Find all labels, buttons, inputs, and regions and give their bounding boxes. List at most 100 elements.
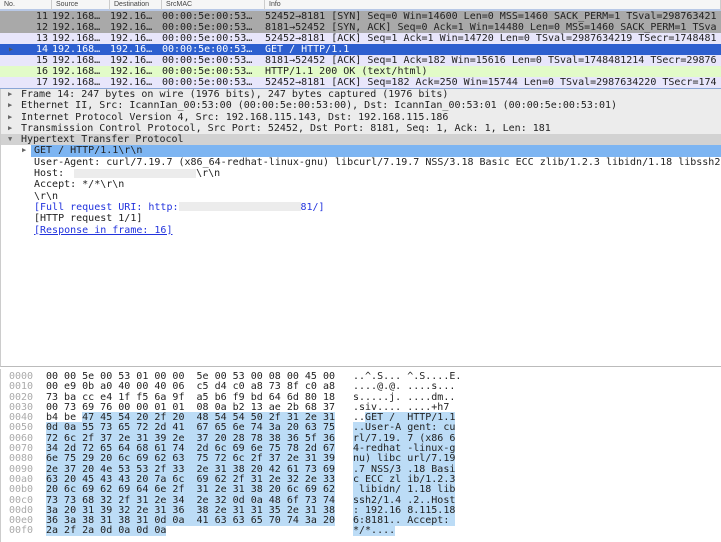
ascii-2: url/7.19 — [407, 453, 456, 465]
selected-marker-icon: ▸ — [8, 44, 15, 55]
packet-row[interactable]: 15 192.168… 192.16… 00:00:5e:00:53… 8181→524… — [0, 55, 721, 66]
hex-offset: 00f0 — [9, 525, 34, 537]
packet-info: 52452→8181 [ACK] Seq=182 Ack=250 Win=157… — [265, 77, 717, 88]
packet-mac: 00:00:5e:00:53… — [162, 11, 253, 22]
packet-details-pane[interactable]: ▶ Frame 14: 247 bytes on wire (1976 bits)… — [0, 89, 721, 367]
packet-src: 192.168… — [52, 44, 101, 55]
hex-bytes-1: 20 6c 69 62 69 64 6e 2f — [46, 484, 185, 496]
tree-item-user-agent[interactable]: User-Agent: curl/7.19.7 (x86_64-redhat-l… — [1, 157, 721, 168]
tree-line-icon — [8, 77, 18, 88]
column-header-info[interactable]: Info — [265, 0, 721, 10]
packet-mac: 00:00:5e:00:53… — [162, 22, 253, 33]
column-header-destination[interactable]: Destination — [110, 0, 162, 10]
packet-dst: 192.16… — [110, 55, 153, 66]
packet-src: 192.168… — [52, 66, 101, 77]
host-suffix: \r\n — [196, 168, 221, 180]
packet-dst: 192.16… — [110, 77, 153, 88]
packet-src: 192.168… — [52, 33, 101, 44]
packet-info: 8181→52452 [ACK] Seq=1 Ack=182 Win=15616… — [265, 55, 717, 66]
packet-list-header: No. Source Destination SrcMAC Info — [0, 0, 721, 11]
packet-dst: 192.16… — [110, 66, 153, 77]
tree-item-get-request[interactable]: ▶ GET / HTTP/1.1\r\n — [22, 145, 721, 157]
expand-arrow-icon[interactable]: ▶ — [8, 112, 12, 123]
packet-src: 192.168… — [52, 11, 101, 22]
packet-src: 192.168… — [52, 77, 101, 88]
hex-bytes-2: 2e 32 0d 0a 48 6f 73 74 — [196, 494, 336, 506]
packet-row[interactable]: 16 192.168… 192.16… 00:00:5e:00:53… HTTP/1.1… — [0, 66, 721, 77]
tree-item-accept[interactable]: Accept: */*\r\n — [1, 179, 721, 190]
packet-mac: 00:00:5e:00:53… — [162, 66, 253, 77]
column-header-no[interactable]: No. — [0, 0, 52, 10]
packet-info: HTTP/1.1 200 OK (text/html) — [265, 66, 428, 77]
tree-item-full-uri[interactable]: [Full request URI: http: 81/] — [1, 202, 721, 213]
hex-bytes-1: 0d 0a 55 73 65 72 2d 41 — [46, 422, 185, 434]
hex-bytes-2: 41 63 63 65 70 74 3a 20 — [196, 515, 336, 527]
hex-bytes-2: 75 72 6c 2f 37 2e 31 39 — [196, 453, 336, 465]
tree-item-host[interactable]: Host: \r\n — [1, 168, 721, 179]
packet-dst: 192.16… — [110, 33, 153, 44]
column-header-srcmac[interactable]: SrcMAC — [162, 0, 265, 10]
tree-item-crlf[interactable]: \r\n — [1, 191, 721, 202]
packet-dst: 192.16… — [110, 11, 153, 22]
tree-item-tcp[interactable]: ▶ Transmission Control Protocol, Src Port… — [1, 122, 721, 135]
tree-item-frame[interactable]: ▶ Frame 14: 247 bytes on wire (1976 bits)… — [1, 89, 721, 101]
full-uri-suffix: 81/] — [300, 201, 325, 213]
packet-mac: 00:00:5e:00:53… — [162, 55, 253, 66]
expand-arrow-icon[interactable]: ▶ — [8, 89, 12, 100]
packet-info: 52452→8181 [ACK] Seq=1 Ack=1 Win=14720 L… — [265, 33, 717, 44]
tcp-summary: Transmission Control Protocol, Src Port:… — [21, 122, 551, 134]
user-agent-text: User-Agent: curl/7.19.7 (x86_64-redhat-l… — [34, 156, 721, 168]
redacted-uri — [178, 202, 301, 212]
tree-item-request-number[interactable]: [HTTP request 1/1] — [1, 213, 721, 224]
ascii-2: .2..Host — [407, 494, 456, 506]
tree-item-http[interactable]: ▼ Hypertext Transfer Protocol — [1, 134, 721, 146]
response-in-frame-link[interactable]: [Response in frame: 16] — [1, 225, 721, 236]
http-summary: Hypertext Transfer Protocol — [21, 134, 184, 146]
collapse-arrow-icon[interactable]: ▼ — [8, 134, 12, 145]
packet-info: GET / HTTP/1.1 — [265, 44, 350, 55]
hex-bytes-1: 6e 75 29 20 6c 69 62 63 — [46, 453, 185, 465]
hex-row[interactable]: 00f0 2a 2f 2a 0d 0a 0d 0a */*.... — [1, 525, 721, 537]
packet-row[interactable]: 17 192.168… 192.16… 00:00:5e:00:53… 52452→81… — [0, 77, 721, 88]
redacted-host — [74, 168, 197, 178]
frame-summary: Frame 14: 247 bytes on wire (1976 bits),… — [21, 89, 449, 100]
full-uri-prefix: [Full request URI: http: — [34, 201, 179, 213]
ascii-1: libidn/ — [353, 484, 402, 496]
packet-row[interactable]: 12 192.168… 192.16… 00:00:5e:00:53… 8181→524… — [0, 22, 721, 33]
hex-bytes-2: 31 2e 31 38 20 6c 69 62 — [196, 484, 336, 496]
packet-dst: 192.16… — [110, 44, 153, 55]
packet-info: 8181→52452 [SYN, ACK] Seq=0 Ack=1 Win=14… — [265, 22, 717, 33]
tree-line-icon — [8, 33, 18, 44]
host-label: Host: — [34, 168, 71, 180]
crlf-text: \r\n — [34, 190, 59, 202]
packet-bytes-pane[interactable]: 0000 00 00 5e 00 53 01 00 00 5e 00 53 00 … — [0, 369, 721, 542]
packet-src: 192.168… — [52, 22, 101, 33]
ascii-1: ssh2/1.4 — [353, 494, 402, 506]
expand-arrow-icon[interactable]: ▶ — [8, 100, 12, 111]
packet-row[interactable]: 13 192.168… 192.16… 00:00:5e:00:53… 52452→81… — [0, 33, 721, 44]
packet-mac: 00:00:5e:00:53… — [162, 77, 253, 88]
request-number-text: [HTTP request 1/1] — [34, 213, 143, 225]
response-in-frame-text[interactable]: [Response in frame: 16] — [34, 225, 172, 236]
packet-src: 192.168… — [52, 55, 101, 66]
ascii-1: */*.... — [353, 525, 396, 537]
ip-summary: Internet Protocol Version 4, Src: 192.16… — [21, 111, 449, 123]
ascii-2: gent: cu — [407, 422, 456, 434]
tree-line-icon — [8, 55, 18, 66]
tree-line-icon — [8, 11, 18, 22]
packet-row[interactable]: ▸ 14 192.168… 192.16… 00:00:5e:00:53… GET / H… — [0, 44, 721, 55]
get-request-line: GET / HTTP/1.1\r\n — [34, 145, 143, 157]
column-header-source[interactable]: Source — [52, 0, 110, 10]
packet-row[interactable]: 11 192.168… 192.16… 00:00:5e:00:53… 52452→81… — [0, 11, 721, 22]
tree-item-ethernet[interactable]: ▶ Ethernet II, Src: IcannIan_00:53:00 (00… — [1, 100, 721, 112]
tree-item-ip[interactable]: ▶ Internet Protocol Version 4, Src: 192.1… — [1, 111, 721, 123]
ascii-2: 1.18 lib — [407, 484, 456, 496]
tree-line-icon — [8, 66, 18, 77]
expand-arrow-icon[interactable]: ▶ — [8, 123, 12, 134]
packet-dst: 192.16… — [110, 22, 153, 33]
packet-mac: 00:00:5e:00:53… — [162, 33, 253, 44]
accept-text: Accept: */*\r\n — [34, 179, 125, 191]
ascii-1: ..User-A — [353, 422, 402, 434]
packet-list[interactable]: No. Source Destination SrcMAC Info 11 192… — [0, 0, 721, 89]
expand-arrow-icon[interactable]: ▶ — [22, 145, 26, 156]
